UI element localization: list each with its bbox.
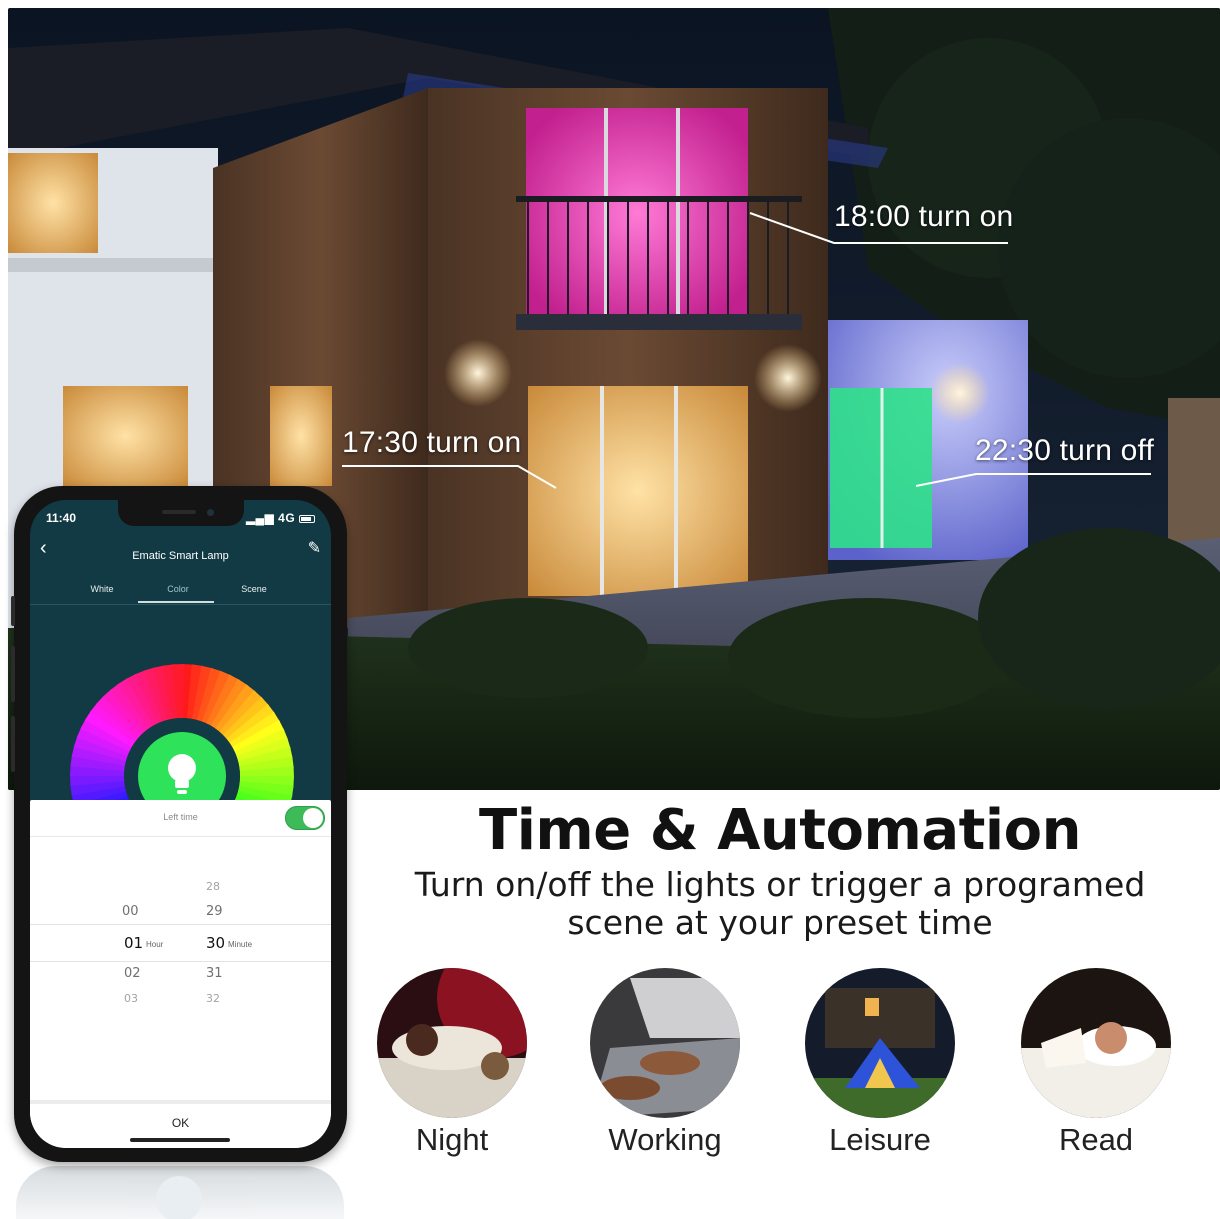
home-indicator xyxy=(130,1138,230,1142)
smartphone: 11:40 ▂▄▆ 4G ‹ Ematic Smart Lamp ✎ White… xyxy=(11,486,347,1162)
speaker xyxy=(162,510,196,514)
callout-kitchen: 17:30 turn on xyxy=(342,426,522,459)
phone-reflection xyxy=(16,1166,344,1219)
app-screen: 11:40 ▂▄▆ 4G ‹ Ematic Smart Lamp ✎ White… xyxy=(30,500,331,1148)
ok-button[interactable]: OK xyxy=(30,1116,331,1130)
scene-modes: Night Working Leisure Read xyxy=(370,968,1200,1168)
callout-annex: 22:30 turn off xyxy=(975,434,1155,467)
minute-option[interactable]: 32 xyxy=(206,992,220,1005)
minute-unit: Minute xyxy=(228,940,253,949)
minute-option[interactable]: 31 xyxy=(206,966,223,981)
headline: Time & Automation xyxy=(479,798,1081,863)
minute-option[interactable]: 29 xyxy=(206,904,223,919)
silent-switch xyxy=(11,596,15,626)
timer-sheet: Left time 00 01 Hour 02 03 28 29 30 Minu… xyxy=(30,800,331,1148)
sleeping-person-icon xyxy=(377,968,527,1118)
hour-option[interactable]: 02 xyxy=(124,966,141,981)
tab-white[interactable]: White xyxy=(62,584,142,594)
mode-label: Leisure xyxy=(829,1122,931,1157)
edit-pencil-icon[interactable]: ✎ xyxy=(308,538,321,558)
ok-bar: OK xyxy=(30,1100,331,1148)
subline-line-2: scene at your preset time xyxy=(567,903,993,942)
product-banner: 18:00 turn on 17:30 turn on 22:30 turn o… xyxy=(0,0,1220,1219)
notch xyxy=(118,500,244,526)
mode-leisure: Leisure xyxy=(790,968,970,1158)
timer-toggle[interactable] xyxy=(285,806,325,830)
app-header: ‹ Ematic Smart Lamp ✎ xyxy=(30,536,331,566)
hour-option[interactable]: 03 xyxy=(124,992,138,1005)
volume-down-button xyxy=(11,716,15,772)
hour-option[interactable]: 00 xyxy=(122,904,139,919)
minute-option[interactable]: 28 xyxy=(206,880,220,893)
mode-label: Read xyxy=(1058,1122,1134,1157)
camping-tent-icon xyxy=(805,968,955,1118)
tab-color[interactable]: Color xyxy=(138,584,218,594)
mode-working: Working xyxy=(575,968,755,1158)
toggle-knob xyxy=(303,808,323,828)
subline: Turn on/off the lights or trigger a prog… xyxy=(370,866,1190,942)
hour-unit: Hour xyxy=(146,940,164,949)
tab-divider xyxy=(30,604,331,605)
active-tab-indicator xyxy=(138,601,214,603)
laptop-typing-icon xyxy=(590,968,740,1118)
signal-icon: ▂▄▆ xyxy=(245,511,275,525)
callout-balcony: 18:00 turn on xyxy=(834,200,1014,233)
status-time: 11:40 xyxy=(46,511,77,525)
mode-label: Night xyxy=(415,1122,489,1157)
picker-selection-band xyxy=(30,924,331,962)
mode-label: Working xyxy=(608,1122,722,1157)
sheet-divider xyxy=(30,836,331,837)
reflection-button xyxy=(156,1176,202,1219)
mode-night: Night xyxy=(362,968,542,1158)
app-title: Ematic Smart Lamp xyxy=(132,550,229,562)
status-right: ▂▄▆ 4G xyxy=(246,511,315,525)
reading-in-bed-icon xyxy=(1021,968,1171,1118)
tab-scene[interactable]: Scene xyxy=(214,584,294,594)
minute-selected[interactable]: 30 xyxy=(206,934,225,952)
tab-bar: White Color Scene xyxy=(30,584,331,610)
mode-read: Read xyxy=(1006,968,1186,1158)
volume-up-button xyxy=(11,646,15,702)
hour-selected[interactable]: 01 xyxy=(124,934,143,952)
battery-icon xyxy=(299,514,315,523)
front-camera xyxy=(207,509,214,516)
subline-line-1: Turn on/off the lights or trigger a prog… xyxy=(414,865,1146,904)
network-type: 4G xyxy=(278,511,296,525)
